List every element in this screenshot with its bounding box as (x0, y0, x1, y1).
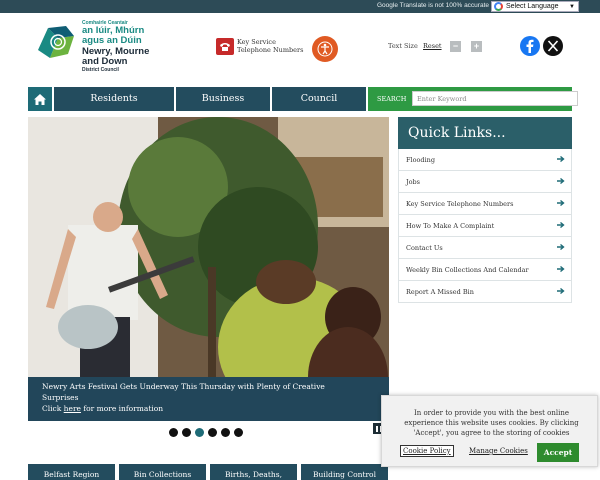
slider-dot[interactable] (221, 428, 230, 437)
tab-building-control[interactable]: Building Control (301, 464, 388, 480)
text-size-reset-link[interactable]: Reset (423, 42, 442, 50)
quick-link-label: Weekly Bin Collections And Calendar (406, 265, 529, 274)
text-size-label: Text Size (388, 42, 418, 50)
accept-cookies-button[interactable]: Accept (537, 443, 579, 462)
arrow-right-icon (557, 265, 565, 273)
quick-link-label: Key Service Telephone Numbers (406, 199, 514, 208)
phone-icon[interactable] (216, 38, 234, 55)
quick-link-label: How To Make A Complaint (406, 221, 495, 230)
slider-dot[interactable] (234, 428, 243, 437)
facebook-icon[interactable] (520, 36, 540, 56)
arrow-right-icon (557, 221, 565, 229)
arrow-right-icon (557, 199, 565, 207)
phone-line-1: Key Service (237, 38, 276, 46)
council-logo[interactable]: Comhairle Ceantair an Iúir, Mhúrn agus a… (36, 20, 156, 82)
caption-click-text: Click (42, 404, 62, 413)
slider-dot[interactable] (169, 428, 178, 437)
google-icon (494, 2, 503, 11)
caption-headline-line2: Surprises (42, 393, 79, 402)
cookie-banner: In order to provide you with the best on… (381, 395, 598, 467)
arrow-right-icon (557, 243, 565, 251)
logo-emblem-icon (38, 26, 74, 58)
translate-disclaimer: Google Translate is not 100% accurate (376, 2, 489, 9)
arrow-right-icon (557, 155, 565, 163)
caption-more-info-text: for more information (83, 404, 164, 413)
quick-links-heading: Quick Links... (398, 117, 572, 149)
quick-link-missed-bin[interactable]: Report A Missed Bin (398, 281, 572, 303)
key-service-numbers-link[interactable]: Key Service Telephone Numbers (237, 38, 303, 54)
home-icon (34, 93, 46, 105)
slider-dot[interactable] (208, 428, 217, 437)
decrease-text-size-button[interactable]: − (450, 41, 461, 52)
search-icon (584, 93, 595, 104)
logo-english-line2: and Down (82, 56, 128, 67)
quick-link-bin-collections[interactable]: Weekly Bin Collections And Calendar (398, 259, 572, 281)
nav-council[interactable]: Council (272, 87, 366, 111)
quick-link-flooding[interactable]: Flooding (398, 149, 572, 171)
increase-text-size-button[interactable]: + (471, 41, 482, 52)
cookie-policy-link[interactable]: Cookie Policy (400, 445, 454, 457)
arrow-right-icon (557, 287, 565, 295)
language-select-label: Select Language (506, 3, 559, 10)
quick-link-label: Report A Missed Bin (406, 287, 474, 296)
quick-link-telephone-numbers[interactable]: Key Service Telephone Numbers (398, 193, 572, 215)
caption-headline-line1: Newry Arts Festival Gets Underway This T… (42, 382, 325, 391)
search-bar: SEARCH (368, 87, 595, 111)
quick-link-complaint[interactable]: How To Make A Complaint (398, 215, 572, 237)
slider-caption: Newry Arts Festival Gets Underway This T… (28, 377, 389, 421)
nav-business[interactable]: Business (176, 87, 270, 111)
chevron-down-icon: ▼ (569, 3, 575, 10)
pause-icon-bar (375, 425, 378, 432)
quick-link-label: Jobs (406, 177, 421, 186)
quick-link-contact-us[interactable]: Contact Us (398, 237, 572, 259)
x-twitter-icon[interactable] (543, 36, 563, 56)
tab-belfast-region[interactable]: Belfast Region (28, 464, 115, 480)
main-nav: Residents Business Council SEARCH (28, 87, 595, 111)
arrow-right-icon (557, 177, 565, 185)
slider-image[interactable] (28, 117, 389, 421)
slider-dots (169, 428, 243, 437)
search-button[interactable] (581, 90, 598, 107)
slider-dot[interactable] (195, 428, 204, 437)
tab-births-deaths[interactable]: Births, Deaths, (210, 464, 297, 480)
home-button[interactable] (28, 87, 52, 111)
phone-line-2: Telephone Numbers (237, 46, 304, 54)
logo-irish-line2: agus an Dúin (82, 35, 142, 46)
caption-here-link[interactable]: here (64, 404, 81, 413)
manage-cookies-link[interactable]: Manage Cookies (469, 447, 528, 455)
slider-dot[interactable] (182, 428, 191, 437)
quick-links-list: Flooding Jobs Key Service Telephone Numb… (398, 149, 572, 303)
search-label: SEARCH (377, 95, 407, 103)
quick-link-label: Flooding (406, 155, 436, 164)
accessibility-icon[interactable] (312, 36, 338, 62)
logo-district-council: District Council (82, 67, 119, 73)
language-select[interactable]: Select Language ▼ (491, 1, 579, 12)
nav-residents[interactable]: Residents (54, 87, 174, 111)
cookie-message: In order to provide you with the best on… (404, 409, 579, 437)
quick-link-jobs[interactable]: Jobs (398, 171, 572, 193)
quick-link-label: Contact Us (406, 243, 443, 252)
search-input[interactable] (412, 91, 578, 106)
tab-bin-collections[interactable]: Bin Collections (119, 464, 206, 480)
